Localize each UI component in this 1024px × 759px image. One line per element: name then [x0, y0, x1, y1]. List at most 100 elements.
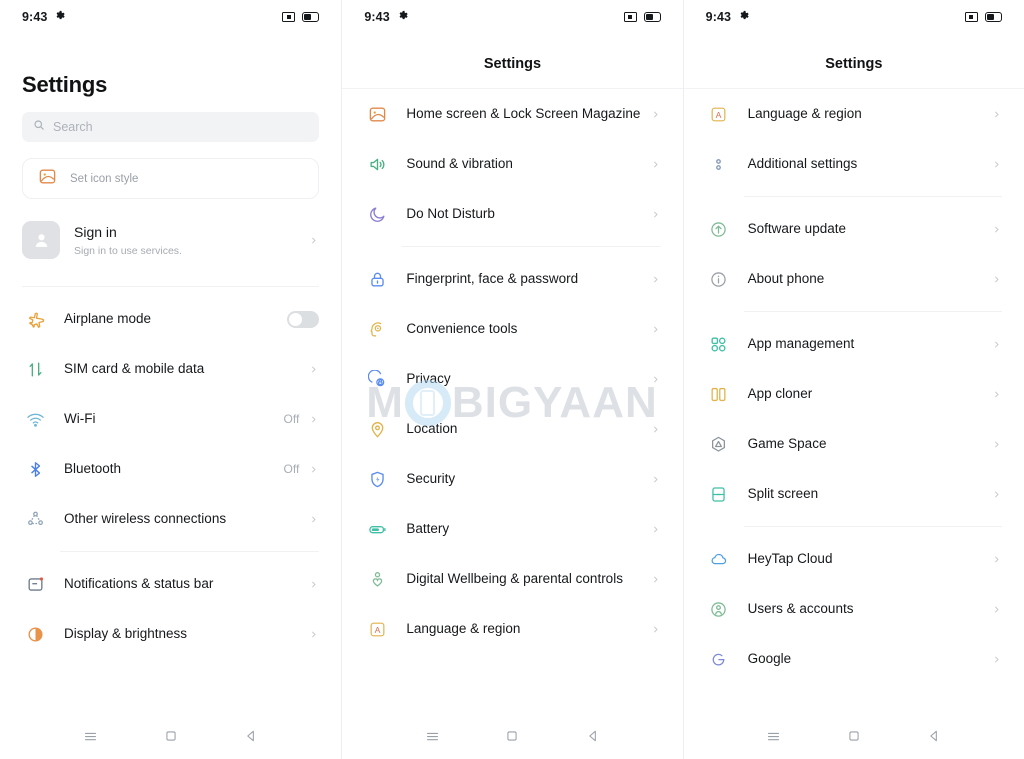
- settings-row-app-management[interactable]: App management: [684, 319, 1024, 369]
- settings-row-notifications[interactable]: Notifications & status bar: [0, 559, 341, 609]
- settings-row-home-lock-screen[interactable]: Home screen & Lock Screen Magazine: [342, 89, 682, 139]
- settings-row-fingerprint-face-password[interactable]: Fingerprint, face & password: [342, 254, 682, 304]
- cloud-icon: [706, 550, 732, 569]
- settings-row-other-wireless[interactable]: Other wireless connections: [0, 494, 341, 544]
- set-icon-style-card[interactable]: Set icon style: [22, 158, 320, 199]
- settings-row-label: Language & region: [406, 620, 521, 636]
- settings-row-label: Bluetooth: [64, 460, 122, 476]
- settings-row-label: Security: [406, 470, 456, 486]
- sim-arrows-icon: [22, 360, 48, 379]
- page-title-1: Settings: [22, 72, 108, 97]
- settings-row-digital-wellbeing[interactable]: Digital Wellbeing & parental controls: [342, 554, 682, 604]
- settings-row-display-brightness[interactable]: Display & brightness: [0, 609, 341, 659]
- settings-row-app-cloner[interactable]: App cloner: [684, 369, 1024, 419]
- grid-apps-icon: [706, 335, 732, 354]
- bluetooth-icon: [22, 460, 48, 479]
- settings-row-split-screen[interactable]: Split screen: [684, 469, 1024, 519]
- home-icon[interactable]: [499, 723, 525, 749]
- wifi-icon: [22, 410, 48, 429]
- settings-row-software-update[interactable]: Software update: [684, 204, 1024, 254]
- chevron-right-icon: [991, 440, 1002, 449]
- settings-row-airplane-mode[interactable]: Airplane mode: [0, 294, 341, 344]
- settings-row-language-region[interactable]: A Language & region: [684, 89, 1024, 139]
- person-avatar-icon: [22, 221, 60, 259]
- chevron-right-icon: [308, 630, 319, 639]
- battery-icon: [364, 520, 390, 539]
- settings-row-heytap-cloud[interactable]: HeyTap Cloud: [684, 534, 1024, 584]
- airplane-mode-toggle[interactable]: [287, 310, 320, 328]
- location-pin-icon: [364, 420, 390, 439]
- share-nodes-icon: [22, 510, 48, 529]
- security-shield-icon: [364, 470, 390, 489]
- split-screen-icon: [706, 485, 732, 504]
- search-icon: [33, 118, 45, 136]
- status-time: 9:43: [364, 10, 390, 24]
- status-time: 9:43: [705, 10, 732, 24]
- bluetooth-status-value: Off: [283, 462, 300, 476]
- settings-row-wifi[interactable]: Wi-Fi Off: [0, 394, 341, 444]
- chevron-right-icon: [308, 236, 319, 245]
- wifi-status-value: Off: [283, 412, 300, 426]
- settings-row-label: Do Not Disturb: [406, 205, 495, 221]
- back-icon[interactable]: [921, 723, 947, 749]
- notification-card-icon: [22, 575, 48, 594]
- gear-icon: [738, 10, 749, 24]
- settings-row-sound-vibration[interactable]: Sound & vibration: [342, 139, 682, 189]
- settings-row-label: Home screen & Lock Screen Magazine: [406, 105, 641, 121]
- settings-row-label: Wi-Fi: [64, 410, 96, 426]
- moon-icon: [364, 205, 390, 224]
- google-g-icon: [706, 650, 732, 669]
- home-icon[interactable]: [158, 723, 184, 749]
- app-cloner-icon: [706, 385, 732, 404]
- recents-icon[interactable]: [419, 723, 445, 749]
- sign-in-row[interactable]: Sign in Sign in to use services.: [22, 221, 319, 279]
- settings-row-convenience-tools[interactable]: Convenience tools: [342, 304, 682, 354]
- screen-recording-icon: [964, 12, 978, 22]
- settings-row-battery[interactable]: Battery: [342, 504, 682, 554]
- settings-row-google[interactable]: Google: [684, 634, 1024, 684]
- status-time: 9:43: [22, 10, 48, 24]
- settings-row-label: About phone: [747, 270, 825, 286]
- wellbeing-heart-icon: [364, 570, 390, 589]
- settings-row-sim-card[interactable]: SIM card & mobile data: [0, 344, 341, 394]
- settings-row-label: Google: [747, 650, 792, 666]
- chevron-right-icon: [650, 625, 661, 634]
- settings-row-bluetooth[interactable]: Bluetooth Off: [0, 444, 341, 494]
- settings-row-additional-settings[interactable]: Additional settings: [684, 139, 1024, 189]
- back-icon[interactable]: [238, 723, 264, 749]
- letter-a-icon: A: [364, 620, 390, 639]
- chevron-right-icon: [991, 110, 1002, 119]
- chevron-right-icon: [991, 225, 1002, 234]
- chevron-right-icon: [650, 275, 661, 284]
- game-hexagon-icon: [706, 435, 732, 454]
- settings-row-users-accounts[interactable]: Users & accounts: [684, 584, 1024, 634]
- settings-row-do-not-disturb[interactable]: Do Not Disturb: [342, 189, 682, 239]
- sign-in-text: Sign in Sign in to use services.: [74, 223, 294, 256]
- dots-vertical-icon: [706, 155, 732, 174]
- settings-row-label: Airplane mode: [64, 310, 152, 326]
- chevron-right-icon: [308, 465, 319, 474]
- settings-row-label: Convenience tools: [406, 320, 518, 336]
- back-icon[interactable]: [580, 723, 606, 749]
- settings-row-about-phone[interactable]: About phone: [684, 254, 1024, 304]
- svg-text:A: A: [374, 625, 380, 635]
- home-icon[interactable]: [841, 723, 867, 749]
- settings-row-location[interactable]: Location: [342, 404, 682, 454]
- chevron-right-icon: [991, 160, 1002, 169]
- section-divider: [743, 311, 1002, 312]
- recents-icon[interactable]: [761, 723, 787, 749]
- chevron-right-icon: [991, 340, 1002, 349]
- settings-panel-3: 9:43 Settings A Language & region Additi…: [682, 0, 1024, 759]
- settings-row-game-space[interactable]: Game Space: [684, 419, 1024, 469]
- search-input[interactable]: [53, 120, 309, 134]
- settings-row-security[interactable]: Security: [342, 454, 682, 504]
- settings-row-language-region[interactable]: A Language & region: [342, 604, 682, 654]
- search-field[interactable]: [22, 112, 320, 142]
- status-bar-left: 9:43: [22, 10, 66, 24]
- settings-row-label: SIM card & mobile data: [64, 360, 205, 376]
- status-bar-left: 9:43: [706, 10, 749, 24]
- settings-row-privacy[interactable]: Privacy: [342, 354, 682, 404]
- settings-row-label: HeyTap Cloud: [747, 550, 833, 566]
- recents-icon[interactable]: [77, 723, 103, 749]
- airplane-icon: [22, 310, 48, 329]
